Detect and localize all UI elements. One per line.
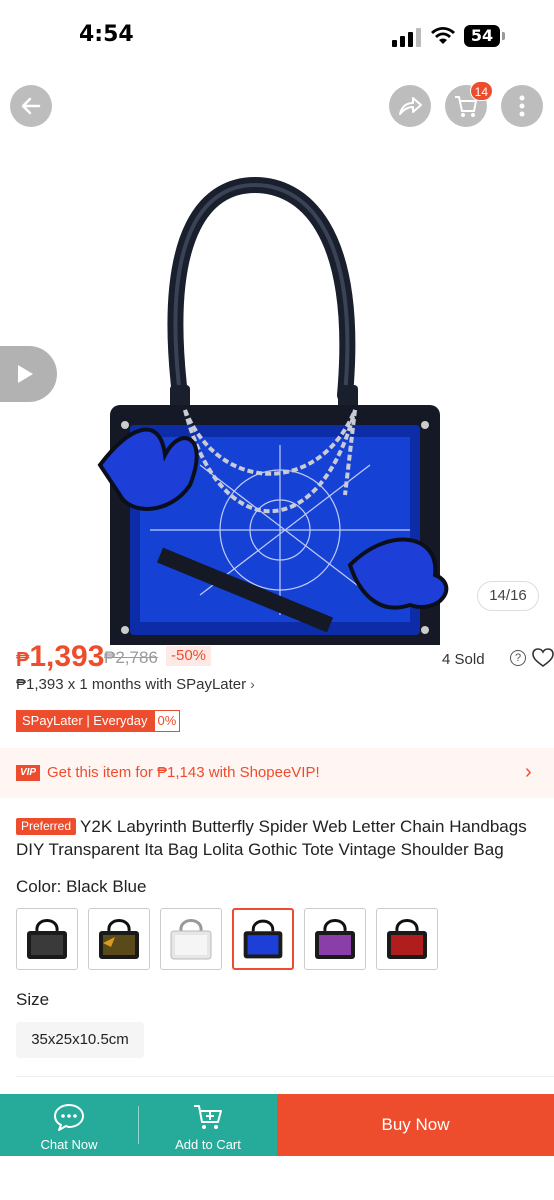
sold-count: 4 Sold [442,651,485,668]
size-option[interactable]: 35x25x10.5cm [16,1022,144,1058]
variant-thumbnail [243,919,283,959]
product-image[interactable] [0,70,554,645]
add-to-cart-button[interactable]: Add to Cart [139,1094,277,1156]
arrow-left-icon [21,97,41,115]
cart-count-badge: 14 [469,81,493,101]
variant-thumbnail [387,919,427,959]
variant-thumbnail [315,919,355,959]
back-button[interactable] [10,85,52,127]
share-icon [399,97,422,115]
buy-now-button[interactable]: Buy Now [277,1094,554,1156]
spaylater-rate: 0% [153,710,181,732]
variant-thumbnail [170,919,212,960]
preferred-badge: Preferred [16,818,77,835]
color-variant-selected[interactable] [232,908,294,970]
color-variants [16,908,446,970]
price-row: ₱1,393 ₱2,786 -50% 4 Sold ? [16,640,554,674]
help-icon[interactable]: ? [510,650,526,666]
color-variant[interactable] [304,908,366,970]
variant-thumbnail [99,919,139,959]
chevron-right-icon: › [525,761,532,783]
installment-text: ₱1,393 x 1 months with SPayLater [16,676,247,693]
size-label: Size [16,990,50,1009]
heart-icon[interactable] [532,648,554,668]
vip-icon: VIP [16,765,40,781]
vip-text: Get this item for ₱1,143 with ShopeeVIP! [47,764,320,781]
spaylater-tag: SPayLater | Everyday 0% [16,710,181,732]
installment-info[interactable]: ₱1,393 x 1 months with SPayLater › [16,676,255,693]
product-photo [97,176,449,645]
play-video-button[interactable] [0,346,57,402]
image-counter: 14/16 [477,581,539,611]
color-variant[interactable] [160,908,222,970]
color-variant[interactable] [16,908,78,970]
battery-icon: 54 [464,25,506,47]
color-variant[interactable] [376,908,438,970]
signal-icon [392,28,421,47]
share-button[interactable] [389,85,431,127]
selected-color: Black Blue [66,877,147,896]
add-to-cart-label: Add to Cart [175,1137,241,1152]
product-title-text: Y2K Labyrinth Butterfly Spider Web Lette… [16,817,527,859]
chat-now-button[interactable]: Chat Now [0,1094,138,1156]
wifi-icon [431,27,455,44]
original-price: ₱2,786 [104,648,158,667]
chevron-right-icon: › [250,676,255,692]
more-options-button[interactable] [501,85,543,127]
cart-button[interactable]: 14 [445,81,493,127]
discount-badge: -50% [166,646,212,666]
chat-now-label: Chat Now [40,1137,98,1152]
variant-thumbnail [27,919,67,959]
color-variant[interactable] [88,908,150,970]
spaylater-label: SPayLater | Everyday [16,710,154,732]
play-icon [18,365,33,383]
bottom-action-bar: Chat Now Add to Cart Buy Now [0,1094,554,1156]
current-price: ₱1,393 [16,640,105,673]
product-title: Preferred Y2K Labyrinth Butterfly Spider … [16,815,540,861]
chat-icon [54,1104,84,1131]
vip-banner[interactable]: VIP Get this item for ₱1,143 with Shopee… [0,748,554,798]
status-bar: 4:54 54 [0,0,554,70]
more-vertical-icon [519,95,525,117]
divider [16,1076,554,1077]
status-time: 4:54 [79,22,134,47]
color-label: Color: Black Blue [16,877,147,896]
add-to-cart-icon [194,1105,222,1129]
battery-level: 54 [470,26,494,45]
